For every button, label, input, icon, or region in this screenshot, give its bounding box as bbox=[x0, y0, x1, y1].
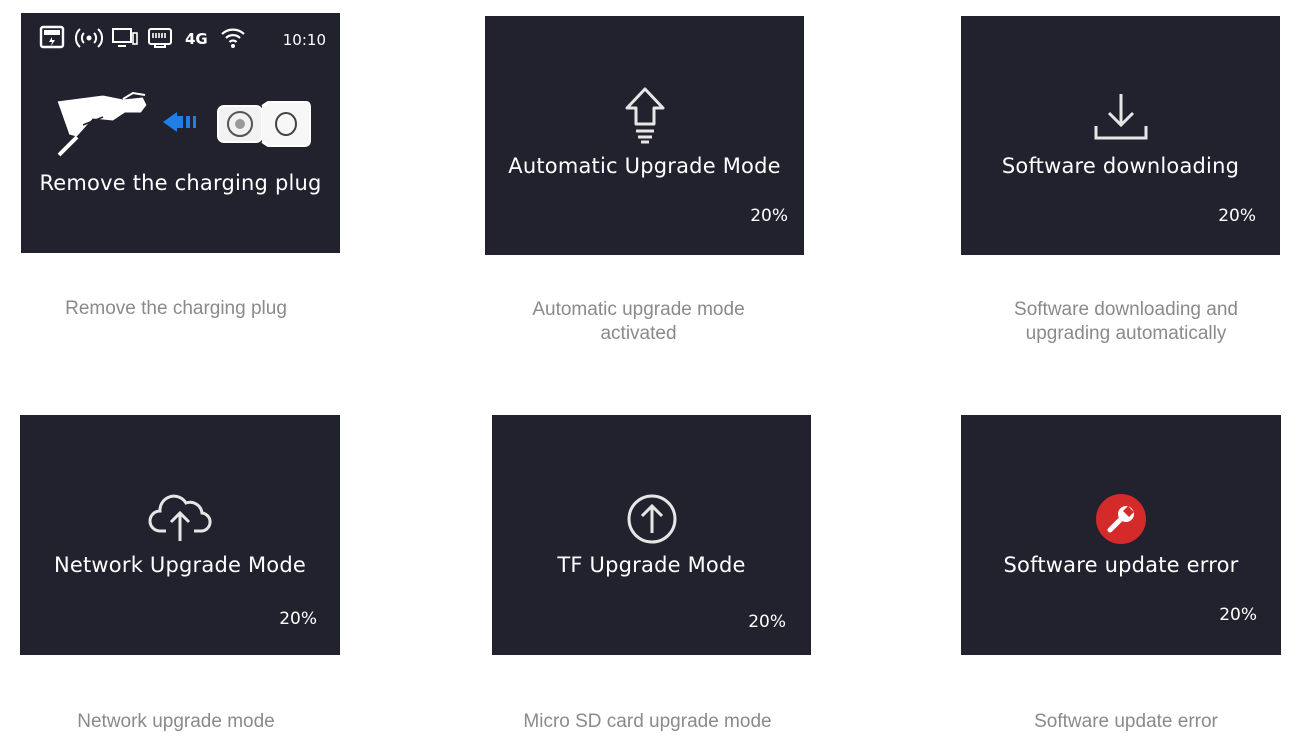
progress-percent: 20% bbox=[748, 612, 786, 632]
download-icon bbox=[1094, 94, 1148, 140]
screen-software-downloading: Software downloading 20% bbox=[961, 16, 1280, 255]
caption: Micro SD card upgrade mode bbox=[523, 711, 772, 732]
progress-percent: 20% bbox=[1218, 206, 1256, 226]
charger-icon bbox=[39, 25, 65, 49]
status-bar: 4G 10:10 bbox=[39, 25, 326, 53]
screen-title: Remove the charging plug bbox=[39, 171, 322, 195]
caption: Software update error bbox=[1034, 711, 1218, 732]
monitor-icon bbox=[112, 28, 138, 47]
screen-title: Software downloading bbox=[1001, 154, 1240, 178]
wifi-icon bbox=[221, 28, 245, 48]
wrench-error-icon bbox=[1096, 494, 1146, 544]
progress-percent: 20% bbox=[1219, 605, 1257, 625]
ethernet-icon bbox=[148, 28, 172, 48]
screen-tf-upgrade: TF Upgrade Mode 20% bbox=[492, 415, 811, 655]
screen-remove-plug: 4G 10:10 Remove the charging plug bbox=[21, 13, 340, 253]
screen-title: Software update error bbox=[1003, 553, 1239, 577]
screen-title: Network Upgrade Mode bbox=[53, 553, 307, 577]
progress-percent: 20% bbox=[279, 609, 317, 629]
caption-line: upgrading automatically bbox=[1025, 323, 1227, 344]
charging-plug-icon bbox=[56, 91, 148, 157]
screen-title: Automatic Upgrade Mode bbox=[508, 154, 781, 178]
caption-line: Automatic upgrade mode bbox=[532, 299, 745, 320]
screen-title: TF Upgrade Mode bbox=[557, 553, 746, 577]
signal-icon bbox=[75, 28, 103, 48]
screen-network-upgrade: Network Upgrade Mode 20% bbox=[20, 415, 340, 655]
caption: Automatic upgrade mode activated bbox=[485, 298, 792, 346]
screen-automatic-upgrade: Automatic Upgrade Mode 20% bbox=[485, 16, 804, 255]
caption: Remove the charging plug bbox=[65, 298, 287, 319]
network-type: 4G bbox=[185, 30, 208, 48]
arrow-left-icon bbox=[163, 112, 196, 132]
clock: 10:10 bbox=[282, 31, 326, 49]
circle-arrow-up-icon bbox=[627, 494, 677, 544]
upload-arrow-icon bbox=[625, 87, 665, 144]
caption: Software downloading and upgrading autom… bbox=[971, 298, 1281, 346]
caption-line: activated bbox=[600, 323, 677, 344]
progress-percent: 20% bbox=[750, 206, 788, 226]
caption: Network upgrade mode bbox=[77, 711, 275, 732]
screen-update-error: Software update error 20% bbox=[961, 415, 1281, 655]
charging-port-icon bbox=[217, 101, 311, 147]
cloud-upload-icon bbox=[148, 494, 212, 541]
caption-line: Software downloading and bbox=[1014, 299, 1238, 320]
